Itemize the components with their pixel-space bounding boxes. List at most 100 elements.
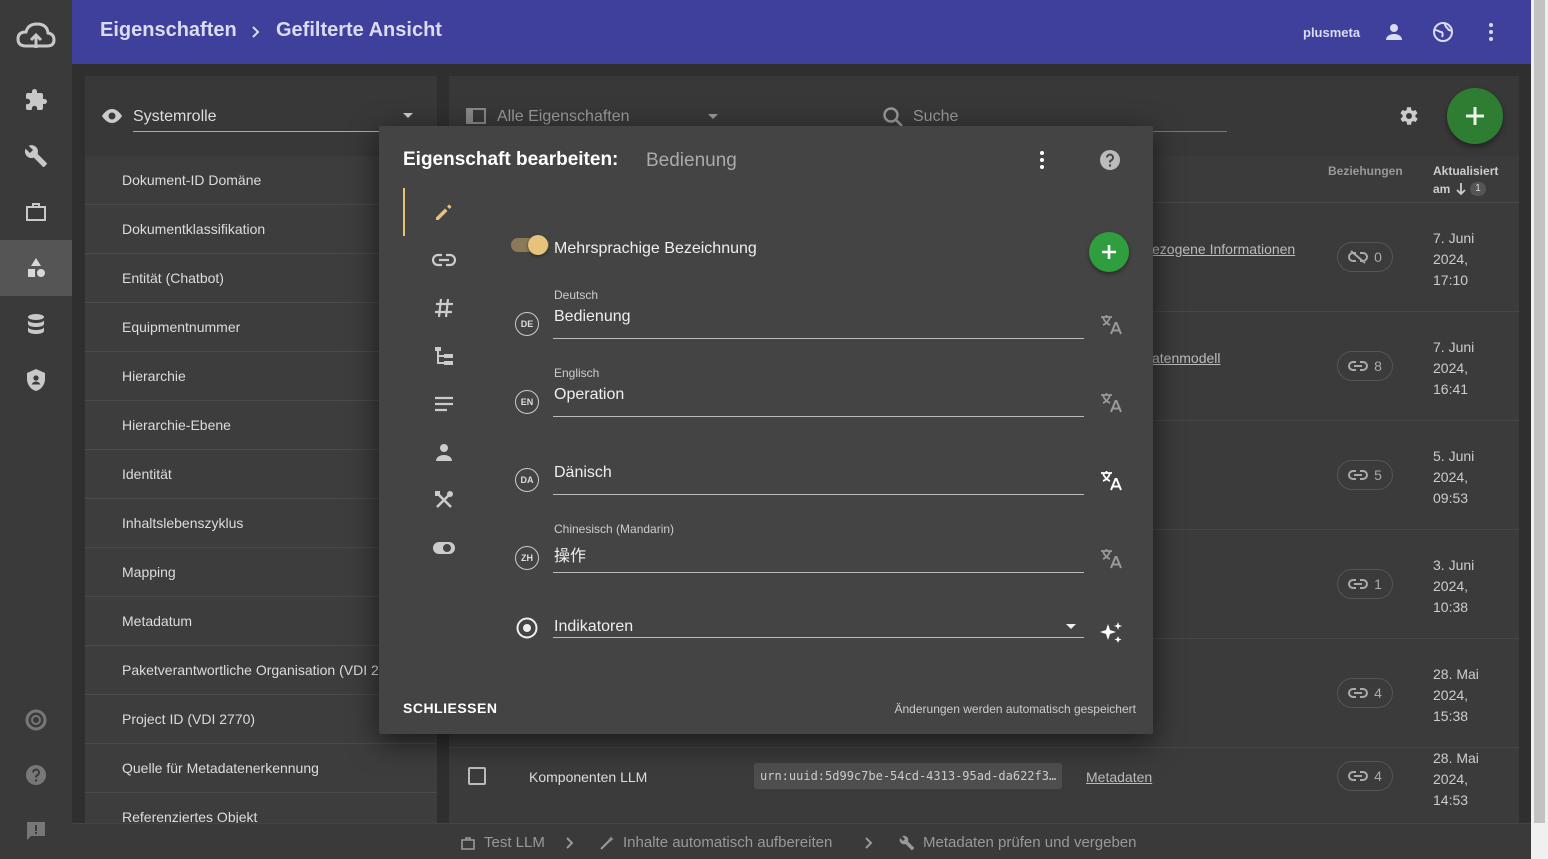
language-code-badge: DE [515, 312, 539, 336]
language-input-underline [553, 572, 1084, 573]
multilingual-toggle-thumb[interactable] [528, 235, 548, 255]
add-property-button[interactable] [1447, 88, 1503, 144]
workflow-step-2[interactable]: Inhalte automatisch aufbereiten [599, 834, 832, 851]
language-field-zh[interactable]: ZH Chinesisch (Mandarin) 操作 [511, 522, 1131, 582]
tab-edit[interactable] [403, 188, 485, 236]
relation-count: 4 [1374, 768, 1382, 784]
add-language-button[interactable] [1089, 232, 1129, 272]
view-column-icon [466, 108, 486, 124]
search-input[interactable]: Suche [913, 108, 958, 126]
language-input[interactable]: Dänisch [554, 464, 612, 482]
dialog-more-icon[interactable] [1030, 148, 1054, 172]
dialog-help-icon[interactable] [1098, 148, 1122, 172]
relation-count: 1 [1374, 576, 1382, 592]
link-icon [1348, 579, 1369, 589]
translate-button[interactable] [1099, 312, 1123, 336]
database-icon[interactable] [0, 296, 72, 352]
help-icon[interactable] [0, 747, 72, 803]
relation-count-badge[interactable]: 4 [1337, 678, 1393, 708]
date-line2: 2024, [1433, 469, 1469, 485]
relation-count-badge[interactable]: 0 [1337, 242, 1393, 272]
lifebuoy-icon[interactable] [0, 692, 72, 748]
magic-wand-icon [600, 835, 614, 850]
language-input[interactable]: Operation [554, 386, 624, 404]
shapes-icon[interactable] [0, 240, 72, 296]
plus-icon [1466, 107, 1484, 125]
tab-toggle[interactable] [403, 524, 485, 572]
dialog-title: Eigenschaft bearbeiten: [403, 149, 619, 170]
row-relation-link[interactable]: Metadaten [1086, 769, 1152, 785]
puzzle-icon[interactable] [0, 72, 72, 128]
tab-description[interactable] [403, 380, 485, 428]
workflow-step-3[interactable]: Metadaten prüfen und vergeben [899, 834, 1137, 851]
settings-gear-icon[interactable] [1396, 104, 1420, 128]
date-line3: 09:53 [1433, 490, 1469, 506]
breadcrumb-root[interactable]: Eigenschaften [100, 19, 237, 42]
page-scrollbar-thumb[interactable] [1534, 0, 1545, 823]
globe-icon[interactable] [1431, 20, 1455, 44]
language-label: Deutsch [554, 288, 599, 302]
filter-list-item[interactable]: Quelle für Metadatenerkennung [85, 744, 437, 793]
view-dropdown-arrow-icon[interactable] [706, 112, 720, 122]
workflow-step-1[interactable]: Test LLM [460, 834, 545, 851]
eye-icon [100, 106, 124, 126]
feedback-icon[interactable] [0, 803, 72, 859]
wrench-icon[interactable] [0, 128, 72, 184]
tab-hierarchy[interactable] [403, 332, 485, 380]
relation-count-badge[interactable]: 1 [1337, 569, 1393, 599]
sort-rank-badge: 1 [1470, 182, 1486, 196]
dialog-subtitle: Bedienung [646, 150, 737, 171]
view-select[interactable]: Alle Eigenschaften [497, 108, 630, 126]
toggle-icon [433, 542, 455, 554]
close-button[interactable]: SCHLIESSEN [403, 700, 497, 716]
row-name[interactable]: Komponenten LLM [529, 769, 647, 785]
cloud-logo-icon[interactable] [0, 8, 72, 64]
translate-icon [1101, 315, 1122, 335]
tab-relations[interactable] [403, 236, 485, 284]
relation-count-badge[interactable]: 8 [1337, 351, 1393, 381]
indicator-select[interactable]: Indikatoren [554, 618, 633, 636]
tab-tools[interactable] [403, 476, 485, 524]
language-field-de[interactable]: DE Deutsch Bedienung [511, 288, 1131, 348]
date-line3: 10:38 [1433, 599, 1469, 615]
filter-select-value: Systemrolle [133, 108, 217, 125]
more-vert-icon[interactable] [1479, 20, 1503, 44]
workflow-bar: Test LLM Inhalte automatisch aufbereiten… [72, 823, 1531, 859]
translate-icon [1101, 471, 1122, 491]
date-line2: 2024, [1433, 687, 1469, 703]
translate-button[interactable] [1099, 390, 1123, 414]
date-line3: 16:41 [1433, 381, 1469, 397]
language-label: Englisch [554, 366, 600, 380]
translate-button[interactable] [1099, 468, 1123, 492]
left-navigation [0, 0, 72, 859]
hash-icon [435, 298, 453, 318]
language-field-en[interactable]: EN Englisch Operation [511, 366, 1131, 426]
language-input-underline [553, 338, 1084, 339]
account-icon[interactable] [1382, 20, 1406, 44]
search-icon [882, 106, 904, 128]
tab-identifier[interactable] [403, 284, 485, 332]
username[interactable]: plusmeta [1303, 25, 1360, 40]
column-header-updated[interactable]: Aktualisiert [1433, 164, 1498, 178]
indicator-underline [553, 637, 1084, 638]
language-input[interactable]: 操作 [554, 542, 586, 566]
language-input[interactable]: Bedienung [554, 308, 631, 326]
row-relation-link[interactable]: ezogene Informationen [1152, 241, 1295, 257]
sort-arrow-down-icon[interactable] [1455, 182, 1467, 196]
briefcase-icon[interactable] [0, 184, 72, 240]
translate-button[interactable] [1099, 546, 1123, 570]
tab-person[interactable] [403, 428, 485, 476]
indicator-dropdown-arrow-icon[interactable] [1064, 622, 1078, 632]
row-uuid[interactable]: urn:uuid:5d99c7be-54cd-4313-95ad-da622f3… [754, 763, 1063, 789]
relation-count-badge[interactable]: 5 [1337, 460, 1393, 490]
relation-count-badge[interactable]: 4 [1337, 761, 1393, 791]
column-header-relations[interactable]: Beziehungen [1328, 164, 1403, 178]
link-icon [432, 253, 456, 267]
row-relation-link[interactable]: atenmodell [1152, 350, 1221, 366]
shield-user-icon[interactable] [0, 352, 72, 408]
language-field-da[interactable]: DA Dänisch [511, 444, 1131, 504]
row-checkbox[interactable] [468, 767, 486, 785]
sparkle-ai-icon[interactable] [1098, 620, 1124, 646]
language-label: Chinesisch (Mandarin) [554, 522, 675, 536]
text-lines-icon [435, 396, 453, 412]
